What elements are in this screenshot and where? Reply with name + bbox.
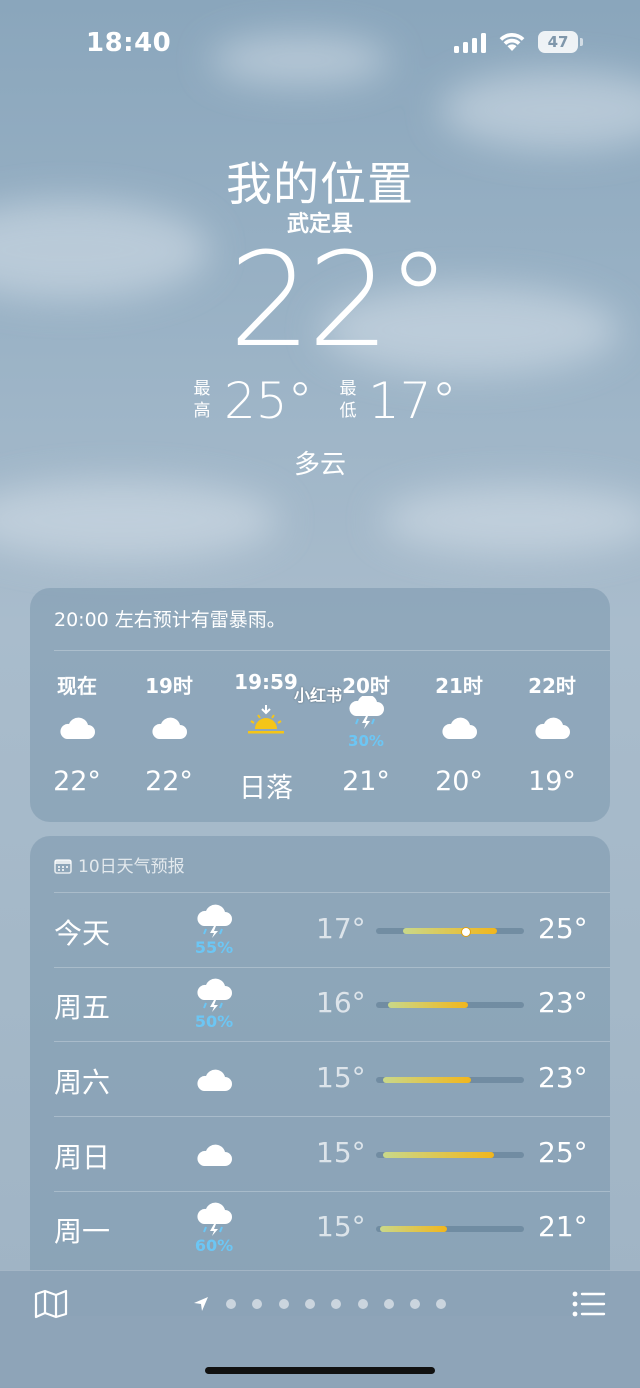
- hour-temperature: 22°: [145, 766, 193, 797]
- ten-day-forecast-card[interactable]: 10日天气预报 今天 55% 17° 25° 周五 50% 16° 23° 周六…: [30, 836, 610, 1316]
- day-low: 17°: [316, 912, 366, 945]
- page-dot[interactable]: [357, 1299, 368, 1309]
- high-caption-line2: 高: [193, 401, 211, 421]
- hour-column: 现在 22°: [32, 670, 122, 797]
- hour-column: 21时 20°: [414, 670, 504, 797]
- bottom-toolbar: [0, 1270, 640, 1388]
- day-name: 周五: [54, 991, 111, 1024]
- sunset-icon: [221, 698, 311, 758]
- hour-label: 19时: [145, 674, 193, 698]
- precip-percent: 30%: [348, 732, 384, 750]
- status-bar: 18:40 47: [0, 0, 640, 90]
- high-low-row: 最 高 25° 最 低 17°: [0, 372, 640, 436]
- map-icon[interactable]: [34, 1289, 68, 1319]
- signal-bars-icon: [454, 33, 486, 53]
- low-caption-line1: 最: [339, 379, 357, 399]
- hour-label: 22时: [528, 674, 576, 698]
- home-indicator: [205, 1367, 435, 1374]
- day-high: 21°: [538, 1210, 588, 1243]
- current-temp-marker: [460, 927, 471, 937]
- page-dot[interactable]: [410, 1299, 421, 1309]
- low-caption: 最 低: [338, 378, 358, 422]
- day-name: 周一: [54, 1215, 111, 1248]
- hour-temperature: 21°: [342, 766, 390, 797]
- condition-text: 多云: [293, 450, 346, 480]
- precip-percent: 55%: [194, 938, 234, 957]
- day-row[interactable]: 周五 50% 16° 23°: [30, 968, 610, 1042]
- day-low: 16°: [316, 986, 366, 1019]
- temp-range-fill: [380, 1226, 448, 1232]
- hour-temperature: 20°: [435, 766, 483, 797]
- temp-range-track: [376, 1152, 524, 1158]
- page-dot[interactable]: [331, 1299, 342, 1309]
- hour-label: 现在: [57, 674, 97, 698]
- location-title: 我的位置: [226, 157, 414, 211]
- day-row[interactable]: 周六 15° 23°: [30, 1043, 610, 1117]
- thunderstorm-icon: 30%: [321, 696, 411, 758]
- high-temperature: 25°: [224, 372, 313, 430]
- temp-range-fill: [402, 928, 498, 934]
- high-caption-line1: 最: [193, 379, 211, 399]
- page-dot[interactable]: [436, 1299, 447, 1309]
- day-name: 周日: [54, 1141, 111, 1174]
- sunset-label: 日落: [239, 773, 293, 804]
- temp-range-fill: [387, 1002, 468, 1008]
- battery-tip: [580, 38, 583, 46]
- hour-temperature: 22°: [53, 766, 101, 797]
- temp-range-track: [376, 1077, 524, 1083]
- hour-column: 19时 22°: [124, 670, 214, 797]
- day-row[interactable]: 今天 55% 17° 25°: [30, 894, 610, 968]
- day-name: 周六: [54, 1066, 111, 1099]
- cloud-icon: [32, 698, 122, 758]
- card-divider: [54, 892, 610, 893]
- low-caption-line2: 低: [339, 401, 357, 421]
- temp-range-fill: [383, 1077, 471, 1083]
- page-dot[interactable]: [383, 1299, 394, 1309]
- cloud-icon: [124, 698, 214, 758]
- day-high: 25°: [538, 1136, 588, 1169]
- weather-alert-text: 20:00 左右预计有雷暴雨。: [54, 609, 286, 631]
- cloud-icon: [197, 1069, 232, 1091]
- calendar-icon: [54, 859, 72, 874]
- wifi-icon: [499, 32, 525, 51]
- day-low: 15°: [316, 1136, 366, 1169]
- page-dot[interactable]: [252, 1299, 263, 1309]
- page-dot[interactable]: [304, 1299, 315, 1309]
- temp-range-track: [376, 1226, 524, 1232]
- day-row[interactable]: 周日 15° 25°: [30, 1118, 610, 1192]
- cloud-icon: [414, 698, 504, 758]
- row-divider: [54, 1116, 610, 1117]
- page-dot[interactable]: [278, 1299, 289, 1309]
- page-dot[interactable]: [226, 1299, 236, 1309]
- temp-range-track: [376, 1002, 524, 1008]
- row-divider: [54, 1041, 610, 1042]
- cloud-icon: [507, 698, 597, 758]
- precip-percent: 60%: [194, 1236, 234, 1255]
- battery-indicator: 47: [538, 31, 578, 53]
- status-time: 18:40: [86, 28, 172, 58]
- temp-range-fill: [383, 1152, 495, 1158]
- watermark-text: 小红书: [294, 686, 343, 705]
- temp-range-track: [376, 927, 524, 937]
- ten-day-header: 10日天气预报: [54, 852, 185, 877]
- hour-temperature: 19°: [528, 766, 576, 797]
- card-divider: [54, 650, 610, 651]
- hour-column: 22时 19°: [507, 670, 597, 797]
- day-high: 23°: [538, 1061, 588, 1094]
- day-name: 今天: [54, 917, 111, 950]
- day-low: 15°: [316, 1061, 366, 1094]
- day-low: 15°: [316, 1210, 366, 1243]
- current-temperature: 22°: [228, 224, 451, 376]
- high-caption: 最 高: [192, 378, 212, 422]
- day-high: 23°: [538, 986, 588, 1019]
- day-high: 25°: [538, 912, 588, 945]
- low-temperature: 17°: [368, 372, 457, 430]
- day-row[interactable]: 周一 60% 15° 21°: [30, 1192, 610, 1266]
- cloud-icon: [197, 1144, 232, 1166]
- precip-percent: 50%: [194, 1012, 234, 1031]
- location-arrow-icon[interactable]: [193, 1296, 209, 1312]
- list-icon[interactable]: [572, 1291, 606, 1317]
- ten-day-title: 10日天气预报: [78, 857, 185, 877]
- hour-label: 21时: [435, 674, 483, 698]
